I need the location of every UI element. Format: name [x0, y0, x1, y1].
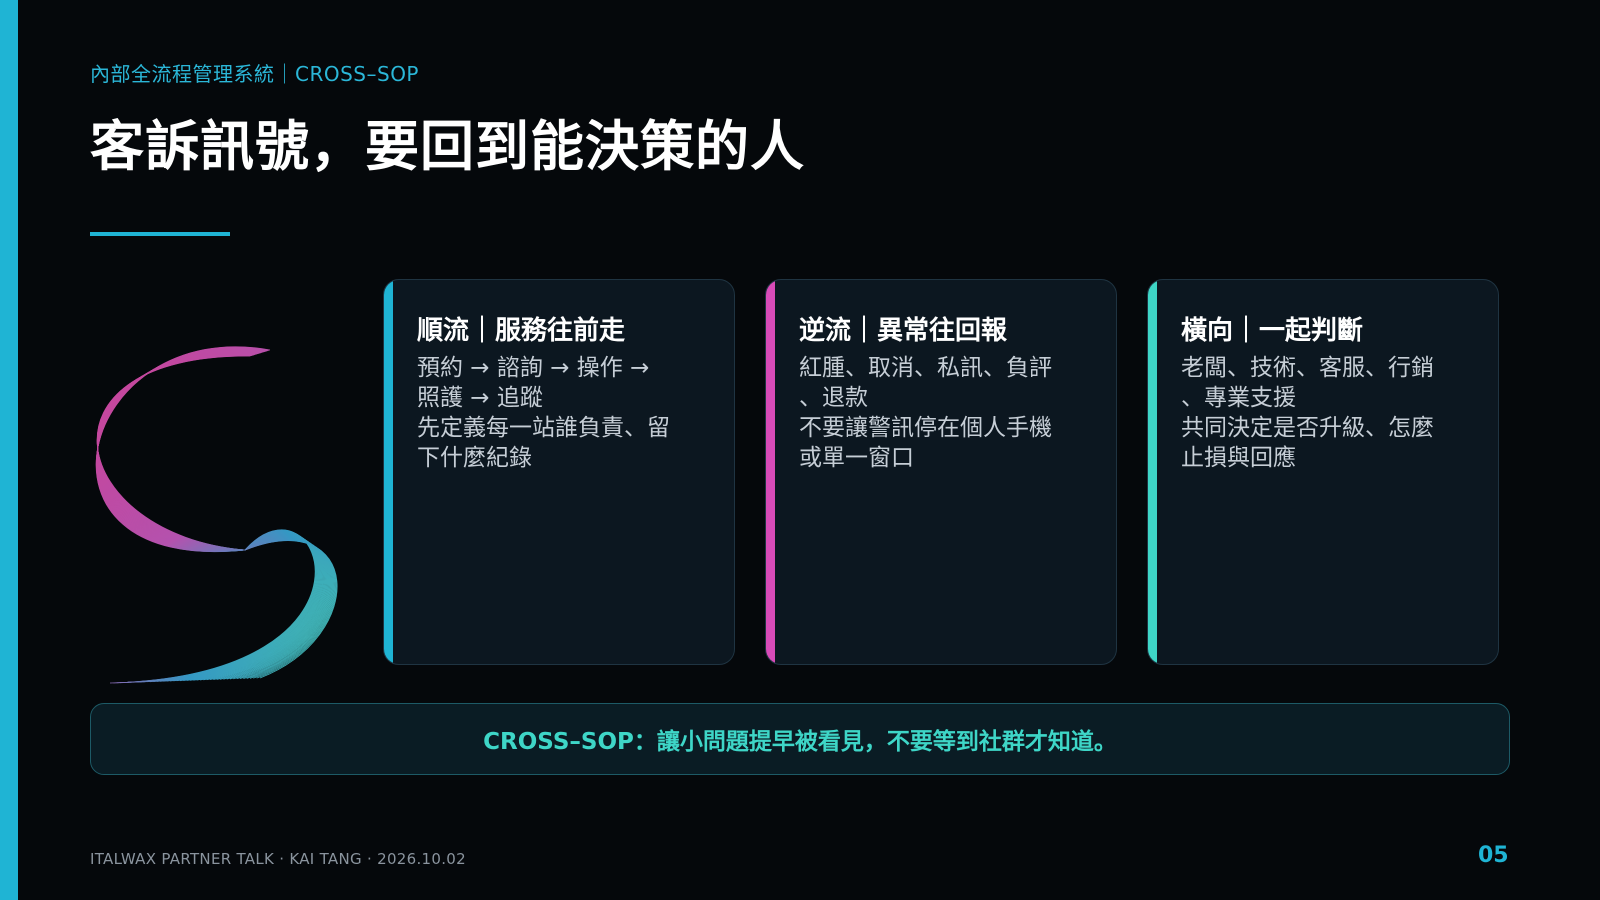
slide-title: 客訴訊號，要回到能決策的人	[90, 115, 805, 178]
card-line: 不要讓警訊停在個人手機	[799, 415, 1052, 441]
card-line: 老闆、技術、客服、行銷	[1181, 355, 1434, 381]
slide-eyebrow: 內部全流程管理系統｜CROSS–SOP	[90, 62, 419, 86]
card-line: 止損與回應	[1181, 445, 1296, 471]
card-line: 紅腫、取消、私訊、負評	[799, 355, 1052, 381]
title-underline	[90, 232, 230, 236]
callout-banner: CROSS–SOP：讓小問題提早被看見，不要等到社群才知道。	[90, 703, 1510, 775]
card-accent-bar	[1148, 280, 1157, 664]
card-line: 下什麼紀錄	[417, 445, 532, 471]
card-title: 逆流｜異常往回報	[799, 316, 1008, 346]
card-line: 共同決定是否升級、怎麼	[1181, 415, 1434, 441]
page-number: 05	[1478, 843, 1509, 868]
decorative-wave-graphic	[95, 346, 338, 684]
slide-footer: ITALWAX PARTNER TALK · KAI TANG · 2026.1…	[90, 850, 466, 868]
card-lateral: 橫向｜一起判斷 老闆、技術、客服、行銷 、專業支援 共同決定是否升級、怎麼 止損…	[1147, 279, 1499, 665]
card-body: 預約 → 諮詢 → 操作 → 照護 → 追蹤 先定義每一站誰負責、留 下什麼紀錄	[417, 353, 707, 473]
card-body: 老闆、技術、客服、行銷 、專業支援 共同決定是否升級、怎麼 止損與回應	[1181, 353, 1471, 473]
card-title: 順流｜服務往前走	[417, 316, 626, 346]
card-body: 紅腫、取消、私訊、負評 、退款 不要讓警訊停在個人手機 或單一窗口	[799, 353, 1089, 473]
card-downstream: 順流｜服務往前走 預約 → 諮詢 → 操作 → 照護 → 追蹤 先定義每一站誰負…	[383, 279, 735, 665]
card-line: 、專業支援	[1181, 385, 1296, 411]
card-line: 照護 → 追蹤	[417, 385, 543, 411]
card-title: 橫向｜一起判斷	[1181, 316, 1364, 346]
card-line: 、退款	[799, 385, 868, 411]
callout-text: CROSS–SOP：讓小問題提早被看見，不要等到社群才知道。	[483, 729, 1117, 755]
card-line: 或單一窗口	[799, 445, 914, 471]
card-accent-bar	[766, 280, 775, 664]
left-accent-bar	[0, 0, 18, 900]
card-line: 預約 → 諮詢 → 操作 →	[417, 355, 650, 381]
card-accent-bar	[384, 280, 393, 664]
card-line: 先定義每一站誰負責、留	[417, 415, 670, 441]
card-upstream: 逆流｜異常往回報 紅腫、取消、私訊、負評 、退款 不要讓警訊停在個人手機 或單一…	[765, 279, 1117, 665]
